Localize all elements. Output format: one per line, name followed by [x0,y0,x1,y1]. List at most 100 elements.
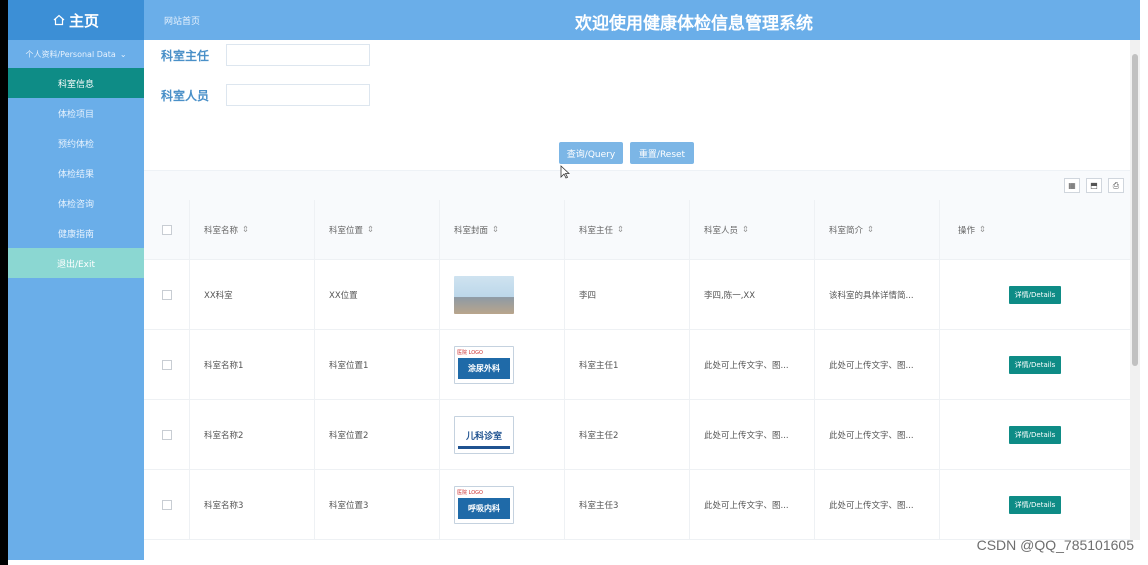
sort-icon: ⇕ [492,224,500,235]
header-intro[interactable]: 科室简介 ⇕ [815,200,940,259]
search-row-director: 科室主任 [144,44,370,66]
sidebar-item-health-guide[interactable]: 健康指南 [8,218,144,248]
cell-cover: 医院 LOGO 涂尿外科 [440,330,565,399]
cell-director: 科室主任2 [565,400,690,469]
cell-location: 科室位置2 [315,400,440,469]
header-location-label: 科室位置 [329,225,364,236]
header-actions-label: 操作 [958,225,976,236]
cell-name: 科室名称2 [190,400,315,469]
cell-staff: 此处可上传文字、图... [690,400,815,469]
header-name-label: 科室名称 [204,225,239,236]
cover-image[interactable]: 医院 LOGO 呼吸内科 [454,485,514,524]
reset-button[interactable]: 重置/Reset [630,142,694,164]
cover-sign-text: 涂尿外科 [458,357,510,379]
cell-actions: 详情/Details [940,330,1130,399]
table-row: XX科室 XX位置 李四 李四,陈一,XX 该科室的具体详情简... 详情/De… [144,260,1130,330]
row-checkbox[interactable] [161,359,172,370]
cell-staff: 此处可上传文字、图... [690,470,815,539]
header-location[interactable]: 科室位置 ⇕ [315,200,440,259]
cell-intro: 此处可上传文字、图... [815,400,940,469]
cell-staff: 此处可上传文字、图... [690,330,815,399]
sidebar-item-booking[interactable]: 预约体检 [8,128,144,158]
scrollbar-thumb[interactable] [1132,54,1138,366]
header-staff-label: 科室人员 [704,225,739,236]
vertical-scrollbar[interactable] [1130,40,1140,540]
staff-input[interactable] [226,84,370,106]
sort-icon: ⇕ [867,224,875,235]
details-button[interactable]: 详情/Details [1008,355,1062,374]
header-name[interactable]: 科室名称 ⇕ [190,200,315,259]
table-row: 科室名称3 科室位置3 医院 LOGO 呼吸内科 科室主任3 此处可上传文字、图… [144,470,1130,540]
department-table: 科室名称 ⇕ 科室位置 ⇕ 科室封面 ⇕ 科室主任 ⇕ 科室人员 ⇕ 科室简介 ⇕ 操作 ⇕ … [144,200,1130,540]
sort-icon: ⇕ [242,224,250,235]
print-icon[interactable]: ⎙ [1108,178,1124,193]
sidebar-item-results[interactable]: 体检结果 [8,158,144,188]
cell-director: 科室主任1 [565,330,690,399]
cover-image[interactable] [454,275,514,314]
row-checkbox[interactable] [161,429,172,440]
sort-icon: ⇕ [742,224,750,235]
table-toolbar: ▦ ⬒ ⎙ [144,170,1130,200]
sidebar-item-consultation[interactable]: 体检咨询 [8,188,144,218]
table-header-row: 科室名称 ⇕ 科室位置 ⇕ 科室封面 ⇕ 科室主任 ⇕ 科室人员 ⇕ 科室简介 ⇕ 操作 ⇕ [144,200,1130,260]
cover-sign-text: 呼吸内科 [458,497,510,519]
row-select-cell [144,470,190,539]
header-cover[interactable]: 科室封面 ⇕ [440,200,565,259]
director-input[interactable] [226,44,370,66]
export-icon[interactable]: ⬒ [1086,178,1102,193]
chevron-down-icon: ⌄ [119,49,127,59]
top-bar: 主页 网站首页 欢迎使用健康体检信息管理系统 [8,0,1140,40]
sidebar-item-checkup-items[interactable]: 体检项目 [8,98,144,128]
cell-director: 科室主任3 [565,470,690,539]
columns-icon[interactable]: ▦ [1064,178,1080,193]
cell-cover [440,260,565,329]
row-checkbox[interactable] [161,499,172,510]
select-all-checkbox[interactable] [161,224,172,235]
row-select-cell [144,330,190,399]
details-button[interactable]: 详情/Details [1008,425,1062,444]
system-title: 欢迎使用健康体检信息管理系统 [575,14,813,34]
cover-logo-text: 医院 LOGO [457,489,483,496]
details-button[interactable]: 详情/Details [1008,285,1062,304]
row-select-cell [144,260,190,329]
cell-location: XX位置 [315,260,440,329]
cover-logo-text: 医院 LOGO [457,349,483,356]
details-button[interactable]: 详情/Details [1008,495,1062,514]
table-row: 科室名称2 科室位置2 儿科诊室 科室主任2 此处可上传文字、图... 此处可上… [144,400,1130,470]
staff-label: 科室人员 [160,88,209,103]
cell-staff: 李四,陈一,XX [690,260,815,329]
sidebar: 个人资料/Personal Data ⌄ 科室信息 体检项目 预约体检 体检结果… [8,40,144,560]
sidebar-group-label: 个人资料/Personal Data [25,49,116,59]
main-content: 科室主任 科室人员 查询/Query 重置/Reset ▦ ⬒ ⎙ 科室名称 ⇕ … [144,40,1130,540]
cell-location: 科室位置1 [315,330,440,399]
cell-name: XX科室 [190,260,315,329]
window-edge [0,0,8,565]
query-button[interactable]: 查询/Query [559,142,623,164]
cell-name: 科室名称3 [190,470,315,539]
cover-image[interactable]: 儿科诊室 [454,415,514,454]
cell-intro: 此处可上传文字、图... [815,330,940,399]
header-intro-label: 科室简介 [829,225,864,236]
cell-intro: 此处可上传文字、图... [815,470,940,539]
mouse-cursor-icon [560,165,570,179]
sidebar-group-personal[interactable]: 个人资料/Personal Data ⌄ [8,40,144,68]
row-checkbox[interactable] [161,289,172,300]
sort-icon: ⇕ [617,224,625,235]
row-select-cell [144,400,190,469]
director-label: 科室主任 [160,48,209,63]
header-director[interactable]: 科室主任 ⇕ [565,200,690,259]
sort-icon: ⇕ [979,224,987,235]
cover-image[interactable]: 医院 LOGO 涂尿外科 [454,345,514,384]
cell-actions: 详情/Details [940,400,1130,469]
header-actions[interactable]: 操作 ⇕ [940,200,1130,259]
sidebar-item-exit[interactable]: 退出/Exit [8,248,144,278]
cell-actions: 详情/Details [940,470,1130,539]
header-cover-label: 科室封面 [454,225,489,236]
cell-cover: 医院 LOGO 呼吸内科 [440,470,565,539]
search-row-staff: 科室人员 [144,84,370,106]
table-row: 科室名称1 科室位置1 医院 LOGO 涂尿外科 科室主任1 此处可上传文字、图… [144,330,1130,400]
cell-actions: 详情/Details [940,260,1130,329]
select-all-cell [144,200,190,259]
header-staff[interactable]: 科室人员 ⇕ [690,200,815,259]
sidebar-item-department-info[interactable]: 科室信息 [8,68,144,98]
